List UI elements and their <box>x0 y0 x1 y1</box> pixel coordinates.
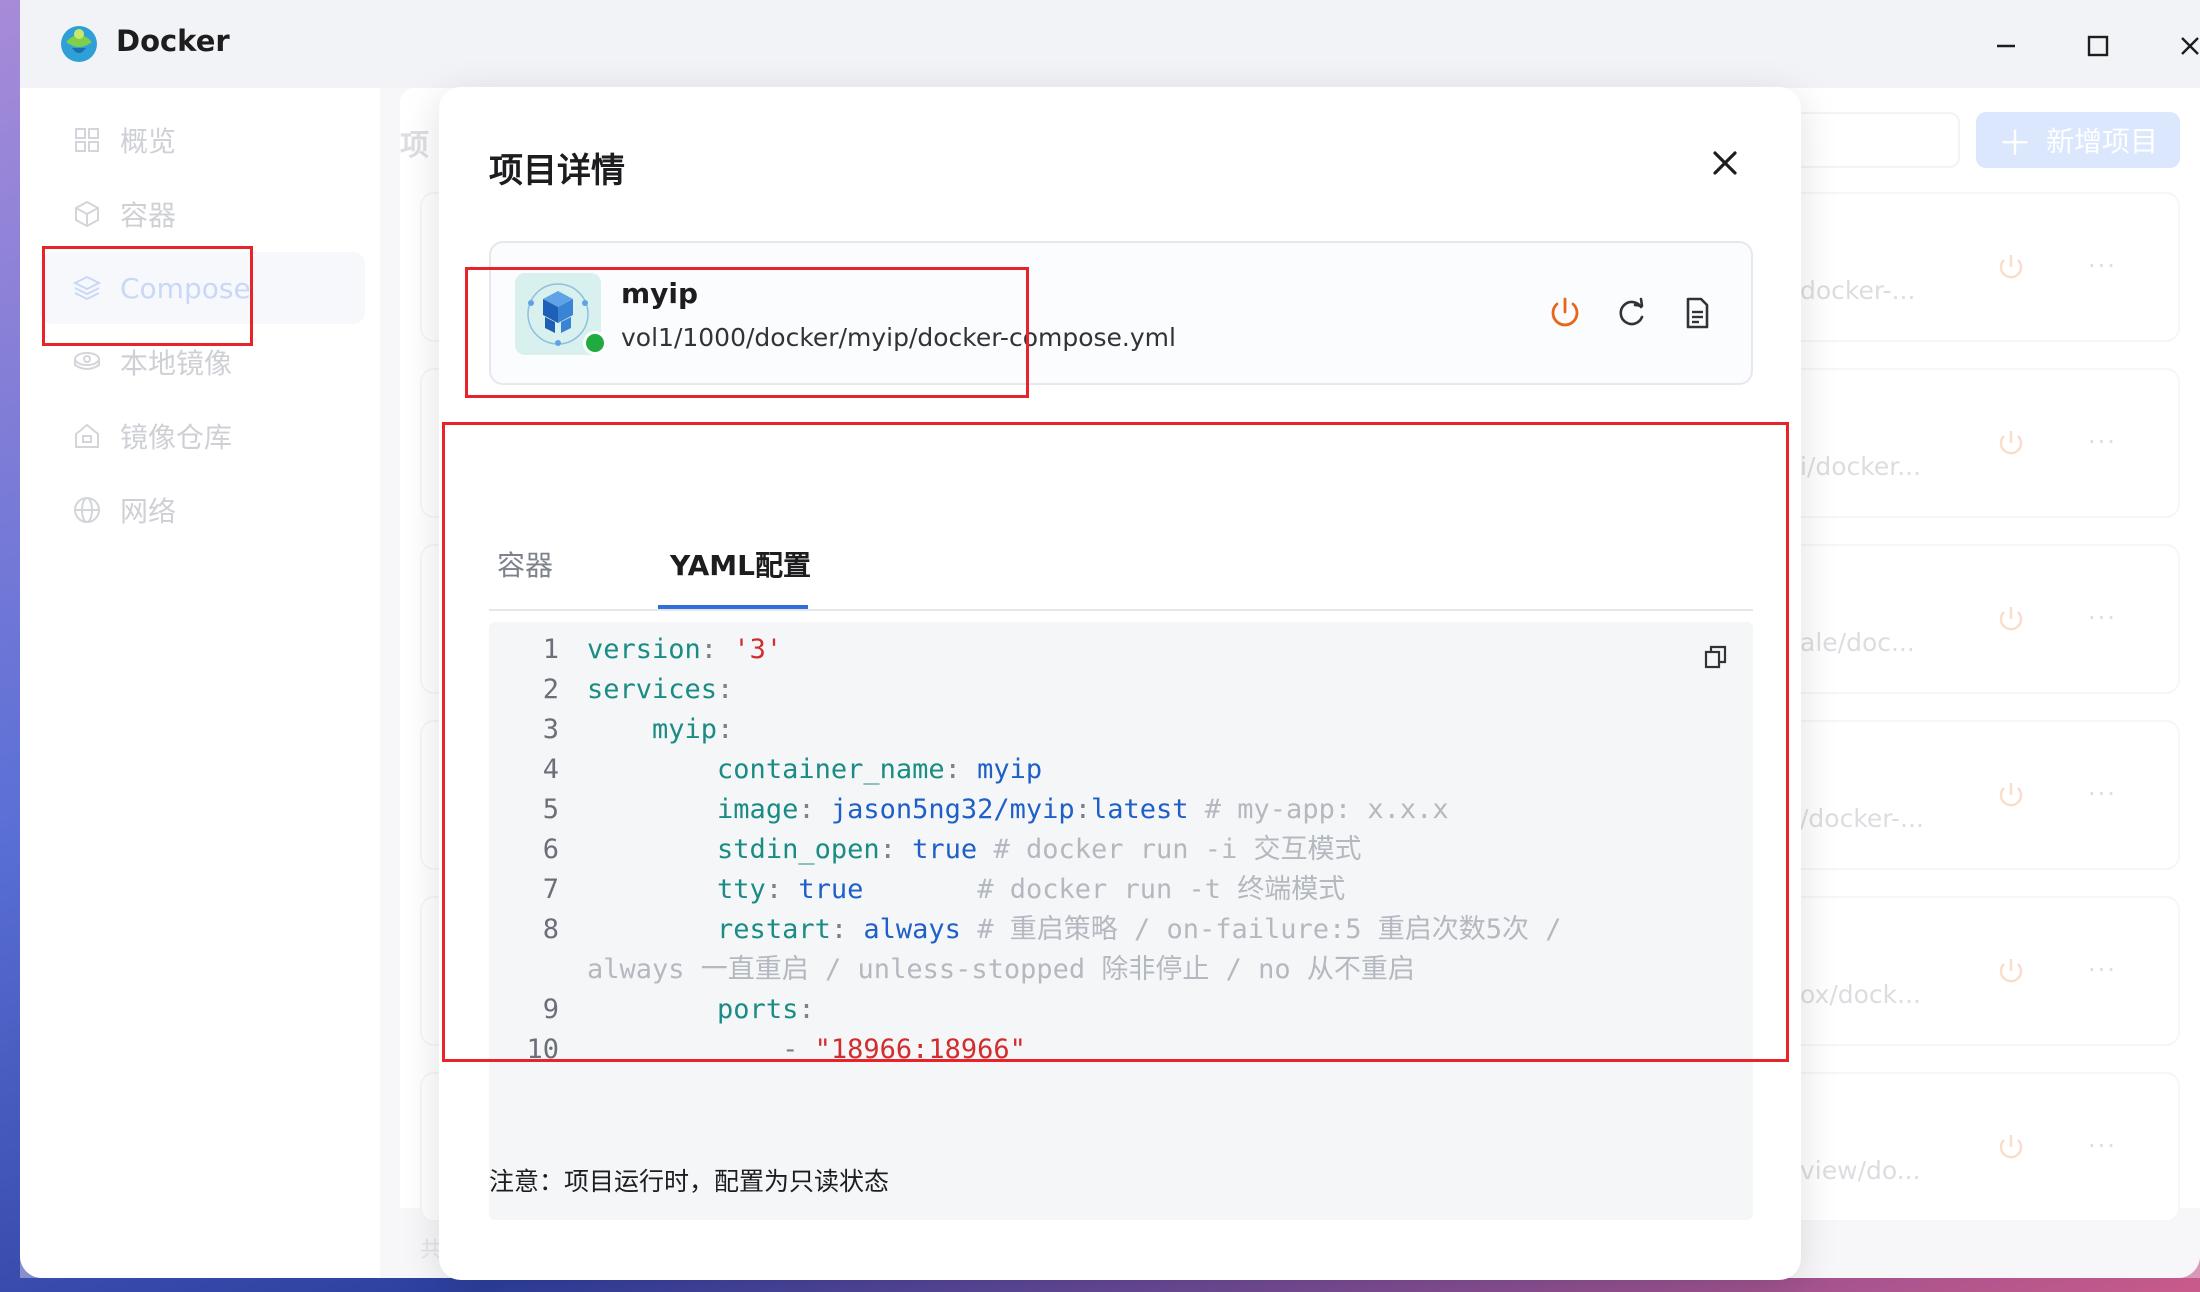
power-icon <box>1551 297 1579 327</box>
maximize-button[interactable] <box>2080 28 2116 64</box>
annotation-box-project <box>465 267 1029 398</box>
dialog-title: 项目详情 <box>489 151 625 191</box>
dialog-close-button[interactable] <box>1705 143 1745 183</box>
stop-project-button[interactable] <box>1545 293 1585 333</box>
refresh-icon <box>1619 297 1644 326</box>
app-title: Docker <box>116 24 230 58</box>
document-icon <box>1686 297 1709 329</box>
close-icon <box>2181 37 2199 55</box>
restart-project-button[interactable] <box>1611 293 1651 333</box>
minimize-icon <box>1997 44 2015 48</box>
annotation-box-yaml <box>442 422 1789 1062</box>
maximize-icon <box>2087 35 2109 57</box>
close-icon <box>1713 151 1737 175</box>
title-bar: Docker <box>20 0 2200 88</box>
readonly-note: 注意：项目运行时，配置为只读状态 <box>489 1167 890 1196</box>
close-window-button[interactable] <box>2172 28 2200 64</box>
docker-logo-icon <box>58 22 100 64</box>
minimize-button[interactable] <box>1988 28 2024 64</box>
annotation-box-compose <box>42 246 253 346</box>
view-logs-button[interactable] <box>1677 293 1717 333</box>
